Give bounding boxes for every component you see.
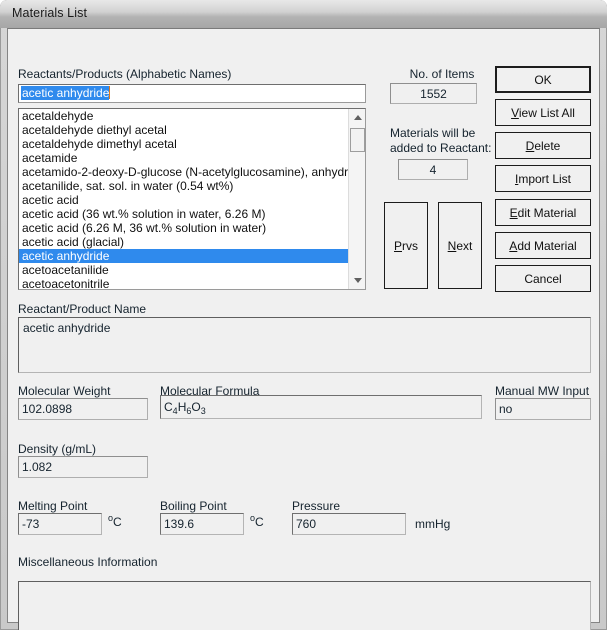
pressure-value[interactable]: 760 xyxy=(292,513,406,535)
scroll-down-arrow-icon[interactable] xyxy=(349,272,365,289)
materials-listbox[interactable]: acetaldehyde acetaldehyde diethyl acetal a… xyxy=(18,108,366,290)
miscellaneous-information-textarea[interactable] xyxy=(18,581,591,630)
accel-char: V xyxy=(511,105,519,120)
list-item[interactable]: acetic acid (glacial) xyxy=(19,235,349,249)
melting-point-label: Melting Point xyxy=(18,499,88,513)
reactant-product-name-textarea[interactable]: acetic anhydride xyxy=(18,317,591,373)
melting-point-unit: oC xyxy=(108,513,122,529)
pressure-unit: mmHg xyxy=(415,517,451,531)
formula-element: C xyxy=(164,400,173,414)
added-to-reactant-label-line1: Materials will be xyxy=(390,126,476,140)
list-item[interactable]: acetaldehyde xyxy=(19,109,349,123)
list-item[interactable]: acetic acid (36 wt.% solution in water, … xyxy=(19,207,349,221)
text-caret xyxy=(109,86,111,99)
density-label: Density (g/mL) xyxy=(18,442,97,456)
melting-point-value[interactable]: -73 xyxy=(18,513,102,535)
density-value: 1.082 xyxy=(18,456,148,478)
list-item[interactable]: acetamide xyxy=(19,151,349,165)
pressure-label: Pressure xyxy=(292,499,341,513)
button-label: Import List xyxy=(514,171,572,186)
boiling-point-value[interactable]: 139.6 xyxy=(160,513,244,535)
button-label: OK xyxy=(534,72,552,87)
button-label: Cancel xyxy=(524,271,562,286)
accel-char: A xyxy=(509,238,518,253)
prev-button-label: Prvs xyxy=(394,239,418,253)
no-of-items-label: No. of Items xyxy=(409,67,475,81)
list-item[interactable]: acetanilide, sat. sol. in water (0.54 wt… xyxy=(19,179,349,193)
formula-subscript: 3 xyxy=(200,406,206,416)
window-title: Materials List xyxy=(12,6,88,20)
boiling-point-unit: oC xyxy=(250,513,264,529)
list-item[interactable]: acetoacetonitrile xyxy=(19,277,349,289)
manual-mw-input-value: no xyxy=(495,398,591,420)
edit-material-button[interactable]: Edit Material xyxy=(495,199,591,226)
prev-accel-char: P xyxy=(393,238,402,253)
added-to-reactant-label-line2: added to Reactant: xyxy=(390,141,492,155)
melting-unit-letter: C xyxy=(113,515,122,529)
boiling-unit-letter: C xyxy=(255,515,264,529)
reactant-product-name-label: Reactant/Product Name xyxy=(18,302,147,316)
list-item[interactable]: acetic acid (6.26 M, 36 wt.% solution in… xyxy=(19,221,349,235)
import-list-button[interactable]: Import List xyxy=(495,165,591,192)
boiling-point-label: Boiling Point xyxy=(160,499,227,513)
materials-list-window: Materials List Reactants/Products (Alpha… xyxy=(0,0,607,630)
next-button[interactable]: Next xyxy=(438,202,482,289)
accel-char: D xyxy=(525,138,535,153)
molecular-weight-value: 102.0898 xyxy=(18,398,148,420)
delete-button[interactable]: Delete xyxy=(495,132,591,159)
prev-button[interactable]: Prvs xyxy=(384,202,428,289)
next-label-rest: ext xyxy=(456,238,473,253)
reactants-products-label: Reactants/Products (Alphabetic Names) xyxy=(18,67,232,81)
formula-element: O xyxy=(191,400,201,414)
listbox-scrollbar[interactable] xyxy=(348,109,365,289)
scrollbar-thumb[interactable] xyxy=(350,128,365,152)
prev-label-rest: rvs xyxy=(402,238,418,253)
added-to-reactant-value: 4 xyxy=(398,159,468,180)
material-search-input-value: acetic anhydride xyxy=(21,86,110,100)
view-list-all-button[interactable]: View List All xyxy=(495,99,591,126)
dialog-client-area: Reactants/Products (Alphabetic Names) ac… xyxy=(7,28,600,630)
list-item[interactable]: acetic anhydride xyxy=(19,249,349,263)
button-label: Add Material xyxy=(509,238,577,253)
list-item[interactable]: acetaldehyde diethyl acetal xyxy=(19,123,349,137)
molecular-formula-value[interactable]: C4H6O3 xyxy=(160,395,482,419)
accel-char: I xyxy=(514,171,519,186)
list-item[interactable]: acetamido-2-deoxy-D-glucose (N-acetylglu… xyxy=(19,165,349,179)
material-search-input[interactable]: acetic anhydride xyxy=(18,84,366,103)
list-item[interactable]: acetoacetanilide xyxy=(19,263,349,277)
button-label: View List All xyxy=(511,105,575,120)
ok-button[interactable]: OK xyxy=(495,66,591,93)
title-bar[interactable]: Materials List xyxy=(0,0,607,28)
button-label: Delete xyxy=(525,138,561,153)
molecular-weight-label: Molecular Weight xyxy=(18,384,111,398)
button-label: Edit Material xyxy=(509,205,577,220)
scroll-up-arrow-icon[interactable] xyxy=(349,109,365,126)
triangle-up-glyph xyxy=(353,115,362,120)
miscellaneous-information-label: Miscellaneous Information xyxy=(18,555,158,569)
list-item[interactable]: acetaldehyde dimethyl acetal xyxy=(19,137,349,151)
cancel-button[interactable]: Cancel xyxy=(495,265,591,292)
list-item[interactable]: acetic acid xyxy=(19,193,349,207)
materials-list-items: acetaldehyde acetaldehyde diethyl acetal a… xyxy=(19,109,349,289)
next-button-label: Next xyxy=(448,239,473,253)
manual-mw-input-label: Manual MW Input xyxy=(495,384,590,398)
add-material-button[interactable]: Add Material xyxy=(495,232,591,259)
accel-char: E xyxy=(509,205,518,220)
no-of-items-value: 1552 xyxy=(390,83,477,104)
triangle-down-glyph xyxy=(353,278,362,283)
